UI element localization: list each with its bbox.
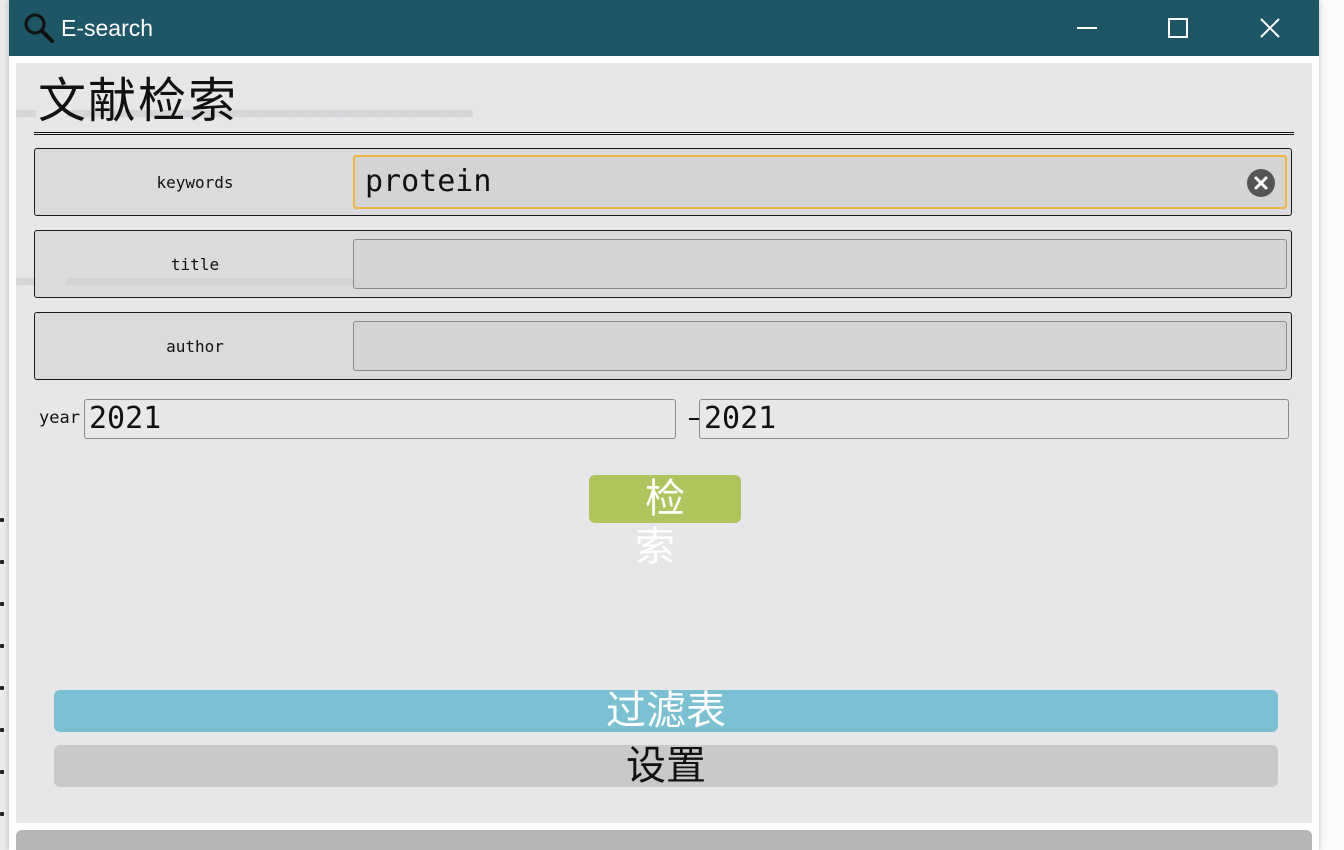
status-bar bbox=[16, 830, 1312, 850]
search-icon bbox=[24, 13, 54, 43]
minimize-icon bbox=[1077, 27, 1097, 29]
settings-button[interactable]: 设置 bbox=[54, 745, 1278, 787]
keywords-row: keywords protein bbox=[34, 148, 1292, 216]
close-button[interactable] bbox=[1225, 0, 1315, 56]
author-input[interactable] bbox=[353, 321, 1287, 371]
minimize-button[interactable] bbox=[1042, 0, 1132, 56]
close-icon bbox=[1260, 18, 1280, 38]
list-bullet bbox=[0, 770, 4, 774]
title-divider bbox=[34, 132, 1294, 135]
year-from-input[interactable]: 2021 bbox=[84, 399, 676, 439]
list-bullet bbox=[0, 518, 4, 522]
search-button[interactable]: 检 索 bbox=[589, 475, 741, 570]
list-bullet bbox=[0, 728, 4, 732]
filter-table-button[interactable]: 过滤表 bbox=[54, 690, 1278, 732]
title-row: title bbox=[34, 230, 1292, 298]
keywords-input[interactable]: protein bbox=[353, 155, 1287, 209]
list-bullet bbox=[0, 644, 4, 648]
window-title: E-search bbox=[61, 15, 154, 41]
author-label: author bbox=[166, 336, 224, 356]
maximize-icon bbox=[1168, 18, 1188, 38]
page-title: 文献检索 bbox=[38, 73, 239, 129]
keywords-label: keywords bbox=[156, 172, 234, 192]
app-window: E-search ▬▬▬▬ ▬▬▬▬▬▬▬▬▬▬▬▬▬▬▬▬▬▬▬▬▬▬▬▬▬▬… bbox=[9, 0, 1319, 850]
title-bar[interactable]: E-search bbox=[9, 0, 1319, 56]
main-panel: ▬▬▬▬ ▬▬▬▬▬▬▬▬▬▬▬▬▬▬▬▬▬▬▬▬▬▬▬▬▬▬▬ ▬▬▬▬ ▬▬… bbox=[16, 63, 1312, 823]
year-label: year bbox=[39, 408, 80, 428]
author-row: author bbox=[34, 312, 1292, 380]
maximize-button[interactable] bbox=[1133, 0, 1223, 56]
title-label: title bbox=[170, 254, 220, 274]
keywords-value: protein bbox=[365, 164, 492, 199]
list-bullet bbox=[0, 686, 4, 690]
list-bullet bbox=[0, 602, 4, 606]
clear-icon bbox=[1254, 176, 1268, 190]
list-bullet bbox=[0, 560, 4, 564]
clear-input-button[interactable] bbox=[1247, 169, 1275, 197]
title-input[interactable] bbox=[353, 239, 1287, 289]
list-bullet bbox=[0, 812, 4, 816]
year-to-input[interactable]: 2021 bbox=[699, 399, 1289, 439]
